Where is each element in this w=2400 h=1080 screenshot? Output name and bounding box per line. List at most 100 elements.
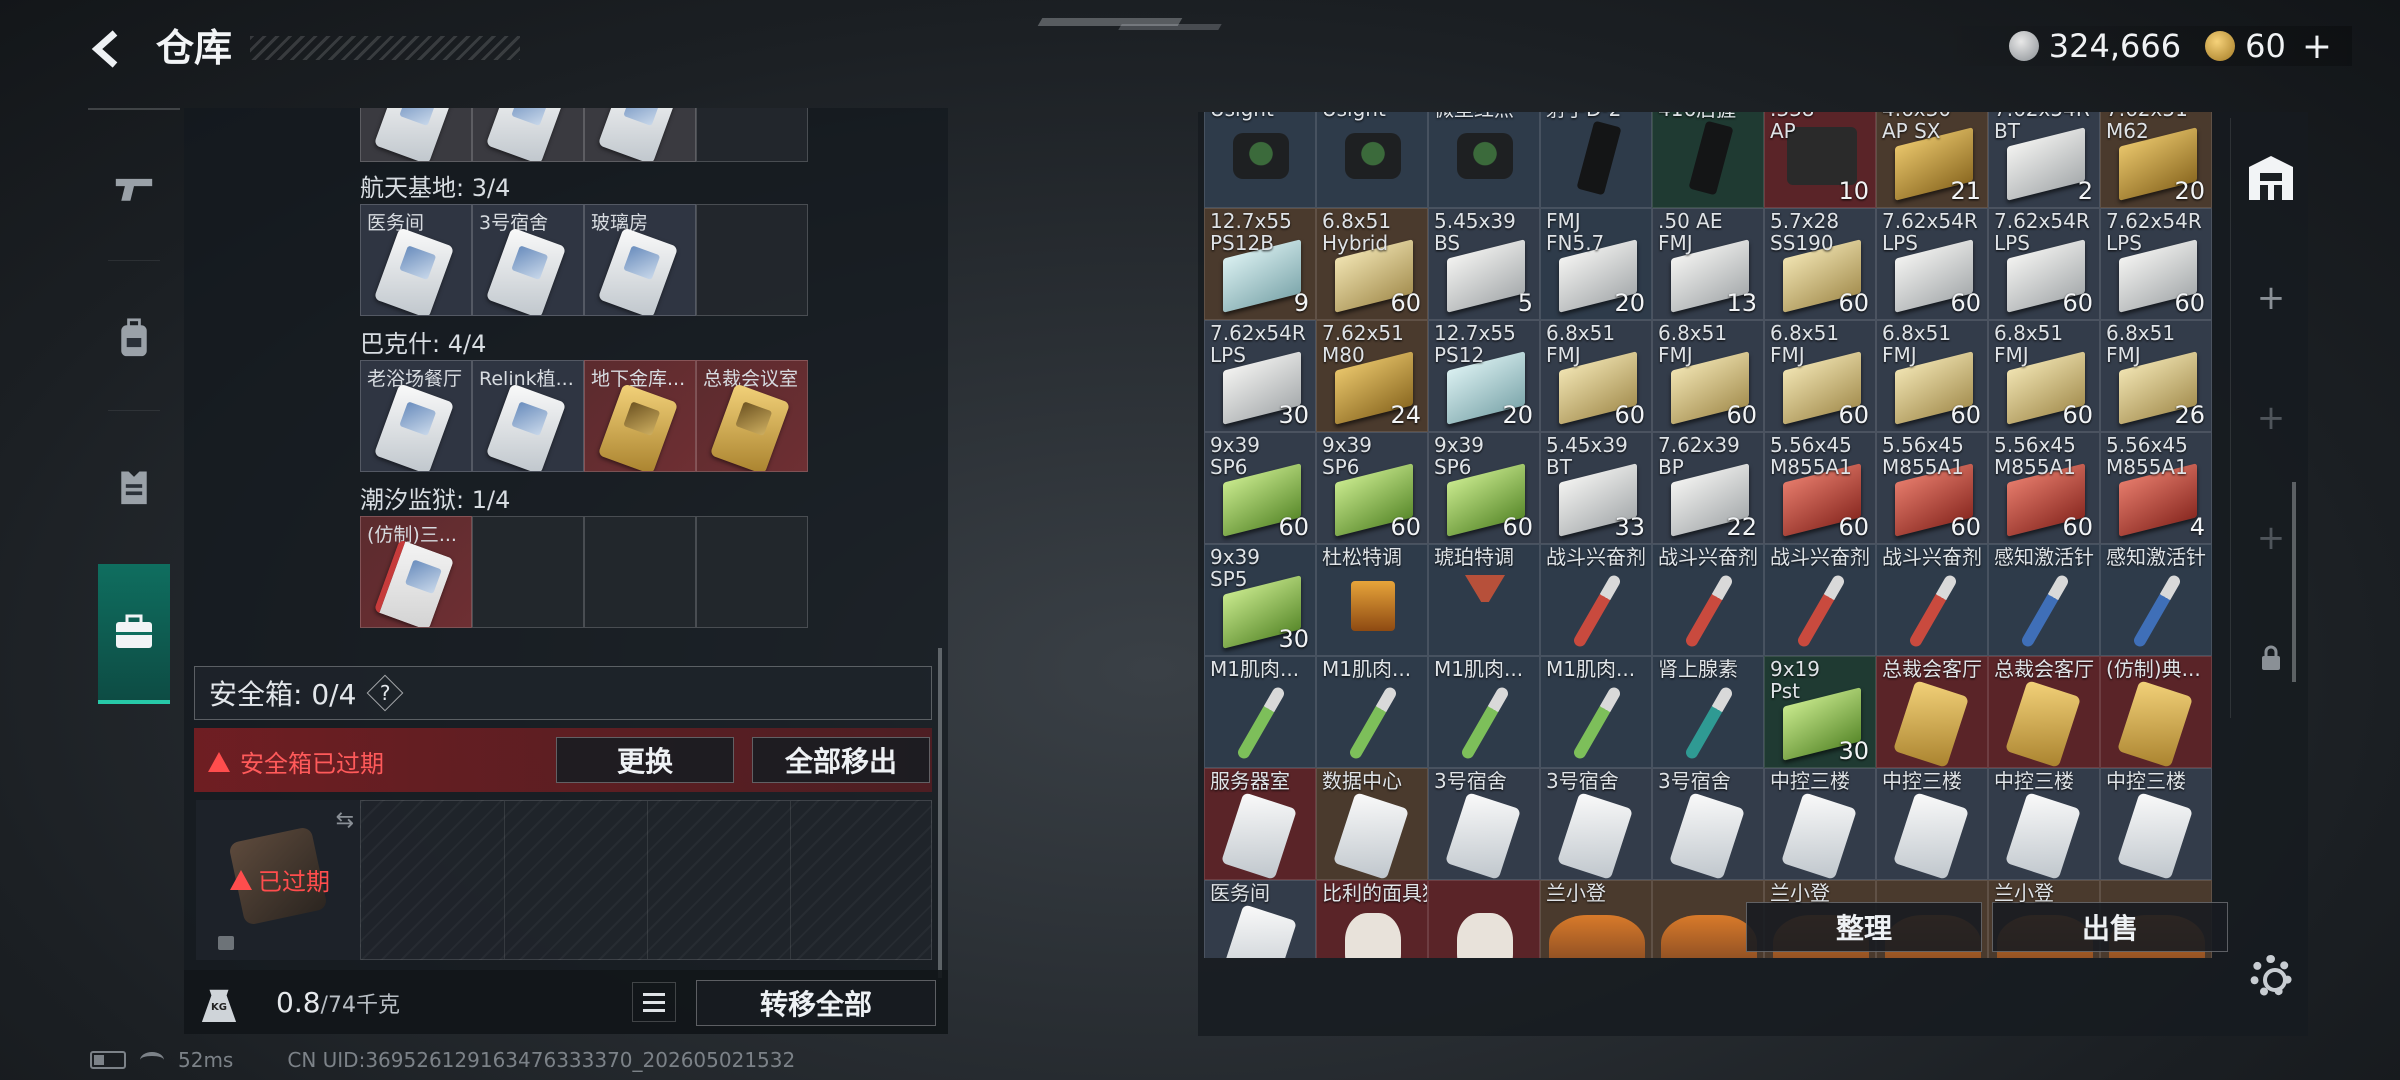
warning-icon [208, 751, 230, 772]
stash-item[interactable]: 9x19 Pst 30 [1764, 656, 1876, 768]
stash-item[interactable]: 6.8x51 FMJ 60 [1876, 320, 1988, 432]
stash-item[interactable]: 9x39 SP5 30 [1204, 544, 1316, 656]
keycard-item[interactable]: 总裁会议室 [696, 360, 808, 472]
stash-item[interactable]: 中控三楼 [1764, 768, 1876, 880]
sort-button[interactable]: 整理 [1746, 902, 1982, 952]
stash-item[interactable]: 7.62x51 M62 20 [2100, 112, 2212, 208]
stash-item[interactable]: 兰小登 [1540, 880, 1652, 958]
stash-item[interactable]: 5.56x45 M855A1 60 [1764, 432, 1876, 544]
stash-item[interactable]: M1肌肉... [1428, 656, 1540, 768]
stash-item[interactable]: 6.8x51 FMJ 60 [1652, 320, 1764, 432]
stash-item[interactable]: 7.62x51 M80 24 [1316, 320, 1428, 432]
help-icon[interactable]: ? [367, 674, 404, 712]
stash-item[interactable]: 战斗兴奋剂 [1876, 544, 1988, 656]
stash-item[interactable]: 5.56x45 M855A1 60 [1988, 432, 2100, 544]
stash-tab-add-2[interactable]: + [2231, 358, 2311, 478]
move-all-out-button[interactable]: 全部移出 [752, 737, 930, 783]
stash-item[interactable]: M1肌肉... [1204, 656, 1316, 768]
stash-item[interactable]: 9x39 SP6 60 [1428, 432, 1540, 544]
stash-item[interactable]: 5.56x45 M855A1 4 [2100, 432, 2212, 544]
stash-item[interactable]: 感知激活针 [1988, 544, 2100, 656]
stash-item[interactable]: 3号宿舍 [1540, 768, 1652, 880]
stash-item[interactable]: 感知激活针 [2100, 544, 2212, 656]
stash-item[interactable]: Usight [1316, 112, 1428, 208]
stash-item[interactable]: 医务间 [1204, 880, 1316, 958]
stash-item[interactable]: 3号宿舍 [1652, 768, 1764, 880]
stash-item[interactable] [1428, 880, 1540, 958]
stash-item[interactable]: 微型红点 [1428, 112, 1540, 208]
stash-item[interactable]: 9x39 SP6 60 [1316, 432, 1428, 544]
back-button[interactable] [86, 26, 132, 72]
stash-item[interactable]: 6.8x51 FMJ 60 [1540, 320, 1652, 432]
stash-item[interactable]: 7.62x54R LPS 30 [1204, 320, 1316, 432]
stash-item[interactable]: 射手D-2 [1540, 112, 1652, 208]
list-view-button[interactable] [632, 982, 676, 1022]
nav-backpack[interactable] [88, 278, 180, 398]
sell-button[interactable]: 出售 [1992, 902, 2228, 952]
stash-item[interactable]: 7.62x54R LPS 60 [2100, 208, 2212, 320]
stash-item[interactable]: 5.56x45 M855A1 60 [1876, 432, 1988, 544]
keycard-slot[interactable] [584, 108, 696, 162]
stash-item[interactable]: Usight [1204, 112, 1316, 208]
stash-item[interactable]: 6.8x51 FMJ 26 [2100, 320, 2212, 432]
stash-item[interactable]: 琥珀特调 [1428, 544, 1540, 656]
stash-item[interactable]: 3号宿舍 [1428, 768, 1540, 880]
stash-item[interactable]: 5.45x39 BT 33 [1540, 432, 1652, 544]
stash-item[interactable]: 4.6x30 AP SX 21 [1876, 112, 1988, 208]
stash-item[interactable]: .338 AP 10 [1764, 112, 1876, 208]
stash-item[interactable]: 战斗兴奋剂 [1764, 544, 1876, 656]
stash-item[interactable]: 中控三楼 [1988, 768, 2100, 880]
stash-item[interactable]: 9x39 SP6 60 [1204, 432, 1316, 544]
stash-item[interactable]: 5.45x39 BS 5 [1428, 208, 1540, 320]
stash-item[interactable]: 12.7x55 PS12B 9 [1204, 208, 1316, 320]
stash-item[interactable]: 12.7x55 PS12 20 [1428, 320, 1540, 432]
stash-item[interactable]: 6.8x51 Hybrid 60 [1316, 208, 1428, 320]
stash-tab-add-1[interactable]: + [2231, 238, 2311, 358]
keycard-item[interactable]: 地下金库... [584, 360, 696, 472]
stash-item[interactable]: 7.62x54R LPS 60 [1988, 208, 2100, 320]
keycard-slot[interactable] [360, 108, 472, 162]
keycard-item[interactable]: Relink植... [472, 360, 584, 472]
stash-item[interactable]: 5.7x28 SS190 60 [1764, 208, 1876, 320]
stash-item[interactable]: FMJ FN5.7 20 [1540, 208, 1652, 320]
stash-item[interactable]: 杜松特调 [1316, 544, 1428, 656]
stash-tab-add-3[interactable]: + [2231, 478, 2311, 598]
stash-item[interactable]: M1肌肉... [1540, 656, 1652, 768]
keycard-slot[interactable] [472, 108, 584, 162]
left-scrollbar[interactable] [938, 648, 942, 978]
stash-item[interactable]: 战斗兴奋剂 [1652, 544, 1764, 656]
stash-item[interactable]: 中控三楼 [2100, 768, 2212, 880]
stash-item[interactable]: 中控三楼 [1876, 768, 1988, 880]
stash-item[interactable]: 总裁会客厅 [1876, 656, 1988, 768]
keycard-item[interactable]: (仿制)三... [360, 516, 472, 628]
safe-box-item[interactable]: ⇆ 已过期 [196, 800, 364, 960]
keycard-item[interactable]: 老浴场餐厅 [360, 360, 472, 472]
stash-item[interactable]: 7.62x39 BP 22 [1652, 432, 1764, 544]
stash-tab-locked[interactable] [2231, 598, 2311, 718]
replace-button[interactable]: 更换 [556, 737, 734, 783]
stash-item[interactable]: 416后握 [1652, 112, 1764, 208]
keycard-item[interactable]: 3号宿舍 [472, 204, 584, 316]
stash-tab-main[interactable] [2231, 118, 2311, 238]
keycard-item[interactable]: 玻璃房 [584, 204, 696, 316]
stash-item[interactable]: M1肌肉... [1316, 656, 1428, 768]
keycard-item[interactable]: 医务间 [360, 204, 472, 316]
stash-item[interactable]: 数据中心 [1316, 768, 1428, 880]
transfer-all-button[interactable]: 转移全部 [696, 980, 936, 1026]
stash-item[interactable]: 总裁会客厅 [1988, 656, 2100, 768]
stash-item[interactable]: 7.62x54R BT 2 [1988, 112, 2100, 208]
stash-item[interactable]: 6.8x51 FMJ 60 [1764, 320, 1876, 432]
stash-item[interactable]: 7.62x54R LPS 60 [1876, 208, 1988, 320]
nav-toolbox-active[interactable] [98, 564, 170, 704]
stash-item[interactable]: 6.8x51 FMJ 60 [1988, 320, 2100, 432]
nav-vest[interactable] [88, 426, 180, 546]
stash-item[interactable]: (仿制)典... [2100, 656, 2212, 768]
stash-item[interactable]: .50 AE FMJ 13 [1652, 208, 1764, 320]
stash-item[interactable]: 服务器室 [1204, 768, 1316, 880]
stash-item[interactable]: 战斗兴奋剂 [1540, 544, 1652, 656]
add-currency-button[interactable]: + [2302, 26, 2332, 67]
stash-item[interactable]: 肾上腺素 [1652, 656, 1764, 768]
nav-weapons[interactable] [88, 128, 180, 248]
stash-item[interactable]: 比利的面具狼 [1316, 880, 1428, 958]
settings-gear-icon[interactable] [2250, 955, 2292, 997]
